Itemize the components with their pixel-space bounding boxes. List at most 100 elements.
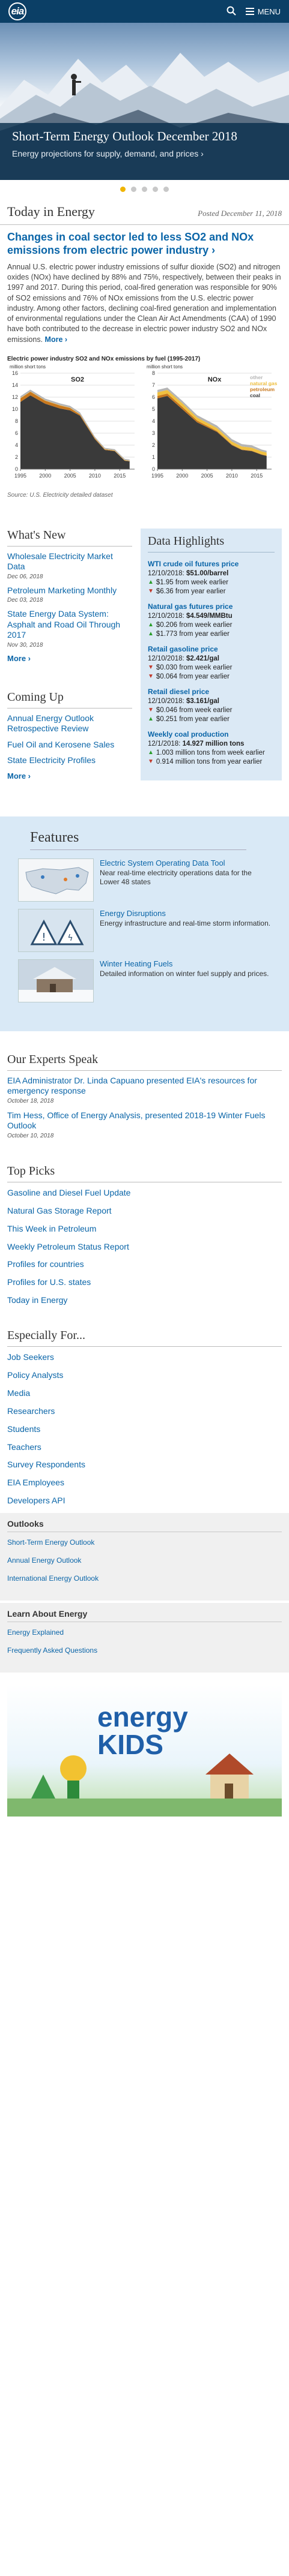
hero-title[interactable]: Short-Term Energy Outlook December 2018 [12, 129, 277, 144]
expert-date: October 10, 2018 [7, 1132, 54, 1139]
highlight-value-line: 12/10/2018: $4.549/MMBtu [148, 613, 275, 620]
top-pick-link[interactable]: Profiles for U.S. states [7, 1277, 282, 1288]
carousel-dot-3[interactable] [142, 186, 147, 192]
legend-entry: natural gas [250, 380, 278, 386]
highlight-change-text: $0.064 from year earlier [156, 672, 230, 680]
y-tick-label: 4 [15, 442, 18, 448]
data-highlights-title: Data Highlights [148, 535, 275, 553]
feature-item[interactable]: Winter Heating Fuels Detailed informatio… [18, 959, 271, 1002]
svg-text:!: ! [41, 931, 46, 944]
feature-item[interactable]: Electric System Operating Data Tool Near… [18, 858, 271, 902]
y-tick-label: 2 [15, 454, 18, 460]
story-title[interactable]: Changes in coal sector led to less SO2 a… [7, 231, 282, 257]
y-tick-label: 4 [152, 418, 155, 424]
top-pick-link[interactable]: This Week in Petroleum [7, 1223, 282, 1235]
carousel-dots [0, 180, 289, 198]
menu-button[interactable]: MENU [245, 7, 281, 16]
x-tick-label: 2015 [114, 473, 126, 479]
section-title: Today in Energy [7, 204, 95, 219]
highlight-date: 12/1/2018: [148, 740, 181, 747]
coming-up-link[interactable]: Annual Energy Outlook Retrospective Revi… [7, 713, 132, 734]
arrow-down-icon: ▼ [148, 663, 154, 671]
posted-date: Posted December 11, 2018 [198, 209, 282, 218]
coming-up-more[interactable]: More › [7, 771, 132, 780]
especially-link[interactable]: EIA Employees [7, 1477, 282, 1488]
feature-title[interactable]: Winter Heating Fuels [100, 959, 269, 968]
area-coal [157, 395, 267, 469]
whats-new-link[interactable]: Petroleum Marketing Monthly [7, 586, 132, 596]
carousel-dot-1[interactable] [120, 186, 126, 192]
especially-link[interactable]: Survey Respondents [7, 1459, 282, 1470]
arrow-up-icon: ▲ [148, 621, 154, 628]
feature-title[interactable]: Electric System Operating Data Tool [100, 858, 271, 867]
learn-link[interactable]: Frequently Asked Questions [7, 1646, 282, 1655]
especially-title: Especially For... [7, 1329, 282, 1347]
hero-caption: Short-Term Energy Outlook December 2018 … [0, 123, 289, 180]
kids-logo-line2: KIDS [97, 1729, 163, 1760]
story-more-link[interactable]: More › [45, 335, 68, 344]
feature-item[interactable]: ! ϟ Energy Disruptions Energy infrastruct… [18, 908, 271, 952]
expert-link[interactable]: Tim Hess, Office of Energy Analysis, pre… [7, 1110, 282, 1131]
especially-link[interactable]: Developers API [7, 1495, 282, 1506]
y-tick-label: 12 [12, 394, 18, 400]
highlight-change: ▲ $1.95 from week earlier [148, 579, 275, 586]
coming-up-link[interactable]: Fuel Oil and Kerosene Sales [7, 740, 132, 750]
highlight-change-text: 1.003 million tons from week earlier [156, 749, 265, 756]
story: Changes in coal sector led to less SO2 a… [0, 225, 289, 351]
expert-link[interactable]: EIA Administrator Dr. Linda Capuano pres… [7, 1076, 282, 1097]
outlook-link[interactable]: Short-Term Energy Outlook [7, 1538, 282, 1547]
outlook-link[interactable]: Annual Energy Outlook [7, 1556, 282, 1565]
eia-logo[interactable]: eia [8, 2, 26, 20]
feature-title[interactable]: Energy Disruptions [100, 909, 270, 918]
y-tick-label: 3 [152, 430, 155, 436]
winter-house-image [18, 959, 94, 1002]
highlight-value: $2.421/gal [186, 654, 219, 662]
highlight-date: 12/10/2018: [148, 612, 184, 620]
top-pick-link[interactable]: Profiles for countries [7, 1259, 282, 1270]
highlight-title[interactable]: Retail diesel price [148, 687, 275, 696]
svg-text:ϟ: ϟ [67, 933, 73, 943]
highlight-change: ▼ $0.030 from week earlier [148, 664, 275, 671]
highlight-value-line: 12/10/2018: $3.161/gal [148, 698, 275, 705]
outlooks-list: Short-Term Energy Outlook Annual Energy O… [7, 1538, 282, 1583]
carousel-dot-4[interactable] [153, 186, 158, 192]
list-item: Tim Hess, Office of Energy Analysis, pre… [7, 1110, 282, 1139]
highlight-change: ▲ $0.206 from week earlier [148, 622, 275, 629]
hero-banner[interactable]: Short-Term Energy Outlook December 2018 … [0, 23, 289, 180]
highlight-title[interactable]: Natural gas futures price [148, 602, 275, 611]
outlook-link[interactable]: International Energy Outlook [7, 1574, 282, 1583]
carousel-dot-5[interactable] [163, 186, 169, 192]
highlight-change: ▼ $0.064 from year earlier [148, 673, 275, 680]
especially-link[interactable]: Job Seekers [7, 1352, 282, 1363]
highlight-title[interactable]: WTI crude oil futures price [148, 560, 275, 568]
x-tick-label: 1995 [151, 473, 163, 479]
whats-new-link[interactable]: State Energy Data System: Asphalt and Ro… [7, 609, 132, 641]
especially-link[interactable]: Teachers [7, 1442, 282, 1453]
arrow-up-icon: ▲ [148, 630, 154, 637]
learn-link[interactable]: Energy Explained [7, 1628, 282, 1637]
whats-new-more[interactable]: More › [7, 654, 132, 663]
top-pick-link[interactable]: Natural Gas Storage Report [7, 1205, 282, 1217]
especially-link[interactable]: Students [7, 1424, 282, 1435]
top-pick-link[interactable]: Today in Energy [7, 1295, 282, 1306]
top-pick-link[interactable]: Gasoline and Diesel Fuel Update [7, 1187, 282, 1199]
whats-new-link[interactable]: Wholesale Electricity Market Data [7, 551, 132, 572]
search-icon[interactable] [227, 6, 236, 17]
outlooks-title: Outlooks [7, 1519, 282, 1533]
highlight-title[interactable]: Weekly coal production [148, 730, 275, 738]
top-pick-link[interactable]: Weekly Petroleum Status Report [7, 1241, 282, 1253]
menu-label: MENU [257, 7, 281, 16]
highlight-change-text: $0.030 from week earlier [156, 663, 233, 671]
carousel-dot-2[interactable] [131, 186, 136, 192]
emissions-chart: Electric power industry SO2 and NOx emis… [0, 351, 289, 490]
x-tick-label: 2005 [201, 473, 213, 479]
hero-subtitle[interactable]: Energy projections for supply, demand, a… [12, 149, 277, 158]
coming-up-link[interactable]: State Electricity Profiles [7, 755, 132, 766]
especially-link[interactable]: Researchers [7, 1406, 282, 1417]
y-tick-label: 0 [15, 466, 18, 472]
especially-link[interactable]: Media [7, 1388, 282, 1399]
kids-logo-line1: energy [97, 1701, 188, 1733]
energy-kids-banner[interactable]: energy KIDS [7, 1685, 282, 1817]
highlight-title[interactable]: Retail gasoline price [148, 645, 275, 653]
especially-link[interactable]: Policy Analysts [7, 1370, 282, 1381]
